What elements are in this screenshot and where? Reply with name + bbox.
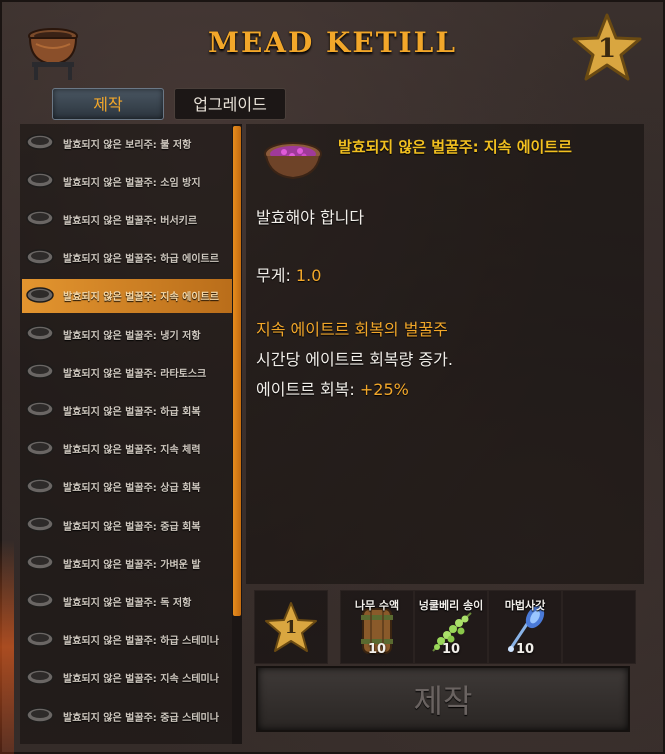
- effect-name: 지속 에이트르 회복의 벌꿀주: [256, 320, 448, 339]
- effect-description: 시간당 에이트르 회복량 증가.: [256, 350, 453, 369]
- recipe-list-item[interactable]: 발효되지 않은 벌꿀주: 하급 회복: [22, 393, 234, 427]
- mead-bowl-icon: [26, 401, 54, 418]
- mead-bowl-icon: [26, 630, 54, 647]
- mead-bowl-icon: [26, 439, 54, 456]
- scrollbar-thumb[interactable]: [233, 126, 241, 616]
- mead-bowl-icon: [26, 478, 54, 494]
- eitr-regen-row: 에이트르 회복: +25%: [256, 376, 409, 400]
- recipe-list-item[interactable]: 발효되지 않은 보리주: 불 저항: [22, 126, 234, 160]
- recipe-list-item[interactable]: 발효되지 않은 벌꿀주: 버서키르: [22, 202, 234, 236]
- mead-bowl-icon: [26, 554, 54, 570]
- recipe-list-item[interactable]: 발효되지 않은 벌꿀주: 독 저항: [22, 584, 234, 618]
- recipe-list-item-label: 발효되지 않은 벌꿀주: 하급 회복: [63, 406, 201, 418]
- recipe-list-item-label: 발효되지 않은 벌꿀주: 지속 체력: [63, 445, 201, 457]
- recipe-list-item[interactable]: 발효되지 않은 벌꿀주: 중급 회복: [22, 508, 234, 542]
- requirement-magecap-qty: 10: [515, 642, 535, 657]
- recipe-list-item-label: 발효되지 않은 벌꿀주: 하급 에이트르: [63, 254, 219, 266]
- eitr-regen-label: 에이트르 회복:: [256, 380, 360, 399]
- mead-bowl-icon: [26, 134, 54, 150]
- recipe-list-item-label: 발효되지 않은 벌꿀주: 지속 스테미나: [63, 674, 219, 686]
- eitr-regen-value: +25%: [359, 380, 409, 399]
- mead-bowl-icon: [26, 669, 54, 685]
- recipe-title: 발효되지 않은 벌꿀주: 지속 에이트르: [338, 138, 572, 156]
- recipe-list-item[interactable]: 발효되지 않은 벌꿀주: 중급 스테미나: [22, 699, 234, 733]
- mead-bowl-icon: [26, 325, 54, 341]
- required-station-level: 1: [254, 590, 328, 664]
- recipe-list-item-label: 발효되지 않은 벌꿀주: 소임 방지: [63, 177, 201, 189]
- requirement-sap-name: 나무 수액: [354, 599, 400, 612]
- tab-upgrade[interactable]: 업그레이드: [174, 88, 286, 120]
- recipe-list-item[interactable]: 발효되지 않은 벌꿀주: 하급 스테미나: [22, 623, 234, 657]
- weight-row: 무게: 1.0: [256, 262, 321, 286]
- recipe-description: 발효해야 합니다: [256, 208, 365, 227]
- recipe-list-item-label: 발효되지 않은 벌꿀주: 버서키르: [63, 215, 198, 227]
- station-level: 1: [597, 34, 617, 64]
- recipe-list: 발효되지 않은 보리주: 불 저항발효되지 않은 벌꿀주: 소임 방지발효되지 …: [20, 124, 242, 744]
- mead-bowl-icon: [26, 707, 54, 723]
- recipe-list-item[interactable]: 발효되지 않은 벌꿀주: 냉기 저항: [22, 317, 234, 351]
- recipe-list-item-label: 발효되지 않은 벌꿀주: 중급 스테미나: [63, 712, 219, 724]
- mead-bowl-icon: [26, 210, 54, 227]
- requirement-vineberry-qty: 10: [441, 642, 461, 657]
- mead-bowl-icon: [26, 516, 54, 532]
- station-title: MEAD KETILL: [207, 26, 458, 59]
- recipe-list-item[interactable]: 발효되지 않은 벌꿀주: 하급 에이트르: [22, 241, 234, 275]
- recipe-list-item[interactable]: 발효되지 않은 벌꿀주: 라타토스크: [22, 355, 234, 389]
- recipe-list-item[interactable]: 발효되지 않은 벌꿀주: 지속 스테미나: [22, 661, 234, 695]
- weight-label: 무게:: [256, 266, 296, 285]
- recipe-list-item[interactable]: 발효되지 않은 벌꿀주: 가벼운 발: [22, 546, 234, 580]
- recipe-list-item[interactable]: 발효되지 않은 벌꿀주: 상급 회복: [22, 470, 234, 504]
- requirement-magecap: 마법사갓 10: [488, 590, 562, 664]
- requirements-bar: 1 나무 수액 10 넝쿨베리 송이 10 마법사갓 10: [254, 590, 636, 664]
- requirement-sap: 나무 수액 10: [340, 590, 414, 664]
- recipe-list-item-label: 발효되지 않은 벌꿀주: 하급 스테미나: [63, 636, 219, 648]
- requirement-magecap-name: 마법사갓: [504, 599, 546, 612]
- recipe-list-item[interactable]: 발효되지 않은 벌꿀주: 지속 에이트르: [22, 278, 234, 313]
- station-level-badge: 1: [571, 12, 643, 84]
- recipe-list-item-label: 발효되지 않은 벌꿀주: 냉기 저항: [63, 330, 201, 342]
- recipe-list-item-label: 발효되지 않은 벌꿀주: 가벼운 발: [63, 559, 201, 571]
- recipe-list-item-label: 발효되지 않은 보리주: 불 저항: [63, 139, 192, 151]
- mead-bowl-icon: [26, 248, 54, 265]
- recipe-list-item-label: 발효되지 않은 벌꿀주: 상급 회복: [63, 483, 201, 495]
- recipe-list-item-label: 발효되지 않은 벌꿀주: 중급 회복: [63, 521, 201, 533]
- mead-bowl-icon: [264, 142, 322, 180]
- recipe-list-item-label: 발효되지 않은 벌꿀주: 지속 에이트르: [63, 292, 219, 304]
- recipe-list-item-label: 발효되지 않은 벌꿀주: 독 저항: [63, 597, 192, 609]
- mead-bowl-icon: [26, 592, 54, 609]
- requirement-empty-slot: [562, 590, 636, 664]
- required-level-value: 1: [284, 617, 298, 638]
- requirement-vineberry: 넝쿨베리 송이 10: [414, 590, 488, 664]
- requirement-sap-qty: 10: [367, 642, 387, 657]
- recipe-list-item-label: 발효되지 않은 벌꿀주: 라타토스크: [63, 368, 207, 380]
- mead-bowl-icon: [26, 363, 54, 379]
- background-fire-glow: [0, 540, 14, 754]
- recipe-list-scrollbar[interactable]: [232, 124, 242, 744]
- recipe-list-item[interactable]: 발효되지 않은 벌꿀주: 소임 방지: [22, 164, 234, 198]
- tab-craft[interactable]: 제작: [52, 88, 164, 120]
- requirement-vineberry-name: 넝쿨베리 송이: [418, 599, 484, 612]
- mead-bowl-icon: [26, 287, 54, 303]
- mead-bowl-icon: [26, 172, 54, 188]
- weight-value: 1.0: [295, 266, 322, 285]
- recipe-list-item[interactable]: 발효되지 않은 벌꿀주: 지속 체력: [22, 432, 234, 466]
- craft-button[interactable]: 제작: [256, 666, 630, 732]
